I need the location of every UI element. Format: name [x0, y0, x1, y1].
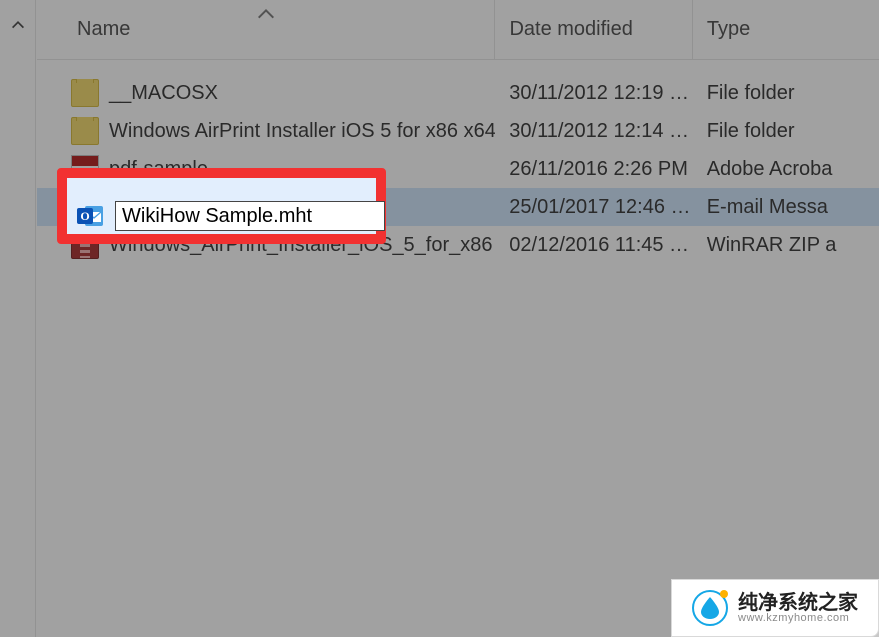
column-header-date[interactable]: Date modified	[495, 0, 692, 59]
file-explorer-window: Name Date modified Type __MACOSX 30/11/2…	[0, 0, 879, 637]
folder-icon	[71, 79, 99, 107]
scroll-up-button[interactable]	[0, 0, 36, 48]
file-date-label: 30/11/2012 12:19 …	[495, 82, 692, 105]
file-type-label: E-mail Messa	[693, 196, 879, 219]
file-type-label: File folder	[693, 120, 879, 143]
archive-icon	[71, 231, 99, 259]
column-header-type[interactable]: Type	[693, 0, 879, 59]
watermark-name: 纯净系统之家	[738, 593, 858, 613]
column-header-row: Name Date modified Type	[37, 0, 879, 60]
column-header-name[interactable]: Name	[37, 0, 495, 59]
rename-input-highlighted[interactable]	[115, 201, 385, 231]
table-row[interactable]: Windows AirPrint Installer iOS 5 for x86…	[37, 112, 879, 150]
outlook-icon: O	[77, 202, 105, 230]
file-date-label: 26/11/2016 2:26 PM	[495, 158, 692, 181]
file-name-label: __MACOSX	[109, 82, 218, 105]
tutorial-highlight-box: O	[57, 168, 386, 244]
svg-text:O: O	[80, 209, 89, 223]
vertical-scrollbar[interactable]	[0, 0, 36, 637]
file-name-label: Windows_AirPrint_Installer_iOS_5_for_x86…	[109, 234, 495, 257]
column-header-type-label: Type	[707, 18, 750, 41]
file-date-label: 30/11/2012 12:14 …	[495, 120, 692, 143]
screenshot-stage: Name Date modified Type __MACOSX 30/11/2…	[0, 0, 879, 637]
file-type-label: File folder	[693, 82, 879, 105]
file-type-label: Adobe Acroba	[693, 158, 879, 181]
file-list-area: Name Date modified Type __MACOSX 30/11/2…	[37, 0, 879, 637]
table-row[interactable]: __MACOSX 30/11/2012 12:19 … File folder	[37, 74, 879, 112]
watermark-url: www.kzmyhome.com	[738, 613, 858, 624]
sort-ascending-icon	[256, 2, 276, 25]
file-name-label: Windows AirPrint Installer iOS 5 for x86…	[109, 120, 495, 143]
file-date-label: 02/12/2016 11:45 …	[495, 234, 692, 257]
folder-icon	[71, 117, 99, 145]
watermark-badge: 纯净系统之家 www.kzmyhome.com	[671, 579, 879, 637]
file-date-label: 25/01/2017 12:46 …	[495, 196, 692, 219]
column-header-name-label: Name	[77, 18, 130, 41]
column-header-date-label: Date modified	[509, 18, 632, 41]
chevron-up-icon	[10, 16, 26, 32]
watermark-logo-icon	[692, 590, 728, 626]
file-type-label: WinRAR ZIP a	[693, 234, 879, 257]
